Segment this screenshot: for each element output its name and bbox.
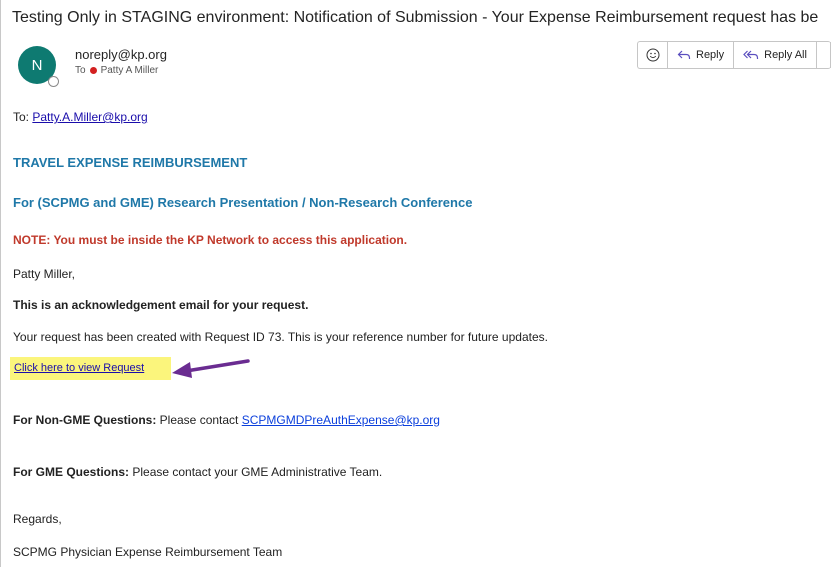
to-prefix: To [75,65,86,76]
recipient-name[interactable]: Patty A Miller [101,65,159,76]
non-gme-text: Please contact [156,413,242,427]
reply-label: Reply [696,49,725,61]
reply-all-button[interactable]: Reply All [734,42,817,68]
annotation-arrow-icon [172,359,250,378]
presence-status-icon [48,76,59,87]
reply-arrow-icon [677,50,691,59]
greeting: Patty Miller, [13,267,76,281]
view-request-line: Click here to view Request [14,362,144,374]
forward-button-partial[interactable] [817,42,831,68]
recipient-line: To Patty A Miller [75,65,158,76]
reply-button[interactable]: Reply [668,42,735,68]
non-gme-questions: For Non-GME Questions: Please contact SC… [13,413,440,427]
email-action-bar: Reply Reply All [637,41,831,69]
reply-all-label: Reply All [764,49,807,61]
to-line-body: To: Patty.A.Miller@kp.org [13,110,148,124]
view-request-link[interactable]: Click here to view Request [14,362,144,374]
smiley-icon [646,48,659,62]
to-label: To: [13,110,33,124]
react-button[interactable] [638,42,668,68]
recipient-presence-icon [89,67,97,74]
acknowledgement-text: This is an acknowledgement email for you… [13,298,309,312]
to-email-link[interactable]: Patty.A.Miller@kp.org [32,110,147,124]
regards: Regards, [13,512,62,526]
non-gme-label: For Non-GME Questions: [13,413,157,427]
gme-questions: For GME Questions: Please contact your G… [13,465,382,479]
network-note: NOTE: You must be inside the KP Network … [13,233,408,247]
heading-travel-expense: TRAVEL EXPENSE REIMBURSEMENT [13,155,248,170]
window-border [0,0,1,567]
email-subject: Testing Only in STAGING environment: Not… [12,9,819,26]
avatar-initial: N [31,56,43,74]
request-id-text: Your request has been created with Reque… [13,330,548,344]
team-signature: SCPMG Physician Expense Reimbursement Te… [13,545,283,559]
sender-address[interactable]: noreply@kp.org [75,47,167,62]
gme-label: For GME Questions: [13,465,130,479]
preauth-email-link[interactable]: SCPMGMDPreAuthExpense@kp.org [242,413,440,427]
heading-research-presentation: For (SCPMG and GME) Research Presentatio… [13,195,473,210]
gme-text: Please contact your GME Administrative T… [129,465,383,479]
reply-all-arrow-icon [743,50,759,59]
